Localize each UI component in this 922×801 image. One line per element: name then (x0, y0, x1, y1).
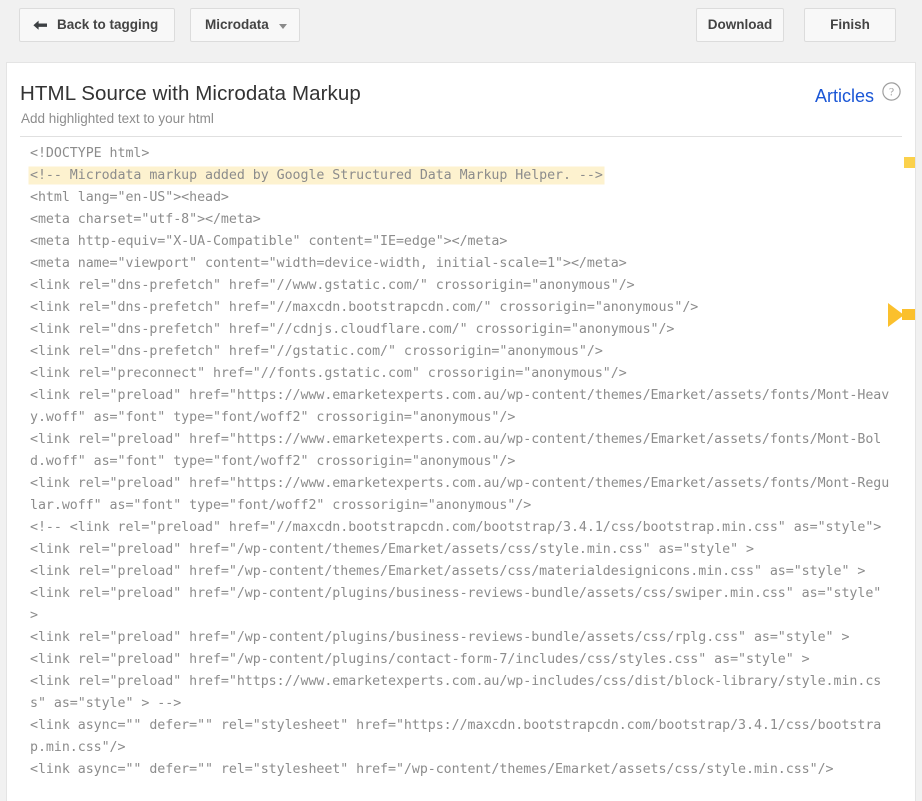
highlighted-markup-comment[interactable]: <!-- Microdata markup added by Google St… (30, 168, 603, 183)
articles-type-link[interactable]: Articles (815, 86, 874, 107)
code-before-highlight: <!DOCTYPE html> (30, 146, 150, 161)
finish-label: Finish (830, 17, 870, 33)
html-source-code-area[interactable]: <!DOCTYPE html> <!-- Microdata markup ad… (7, 143, 907, 801)
panel-header: HTML Source with Microdata Markup Add hi… (7, 63, 915, 137)
question-mark-circle-icon[interactable]: ? (882, 82, 901, 101)
svg-text:?: ? (889, 87, 894, 99)
download-button[interactable]: Download (696, 8, 784, 42)
header-divider (20, 136, 902, 137)
html-source-code[interactable]: <!DOCTYPE html> <!-- Microdata markup ad… (7, 143, 895, 781)
left-arrow-icon (32, 20, 48, 32)
page-title: HTML Source with Microdata Markup (20, 82, 361, 105)
finish-button[interactable]: Finish (804, 8, 896, 42)
code-after-highlight: <html lang="en-US"><head> <meta charset=… (30, 190, 890, 777)
chevron-down-icon (278, 23, 287, 29)
back-to-tagging-label: Back to tagging (57, 17, 159, 33)
markup-format-label: Microdata (205, 17, 269, 33)
page-subtitle: Add highlighted text to your html (21, 111, 214, 126)
back-to-tagging-button[interactable]: Back to tagging (19, 8, 176, 42)
top-toolbar: Back to tagging Microdata Download Finis… (0, 0, 922, 50)
download-label: Download (707, 17, 773, 33)
markup-format-dropdown[interactable]: Microdata (190, 8, 300, 42)
source-panel: HTML Source with Microdata Markup Add hi… (6, 62, 916, 801)
